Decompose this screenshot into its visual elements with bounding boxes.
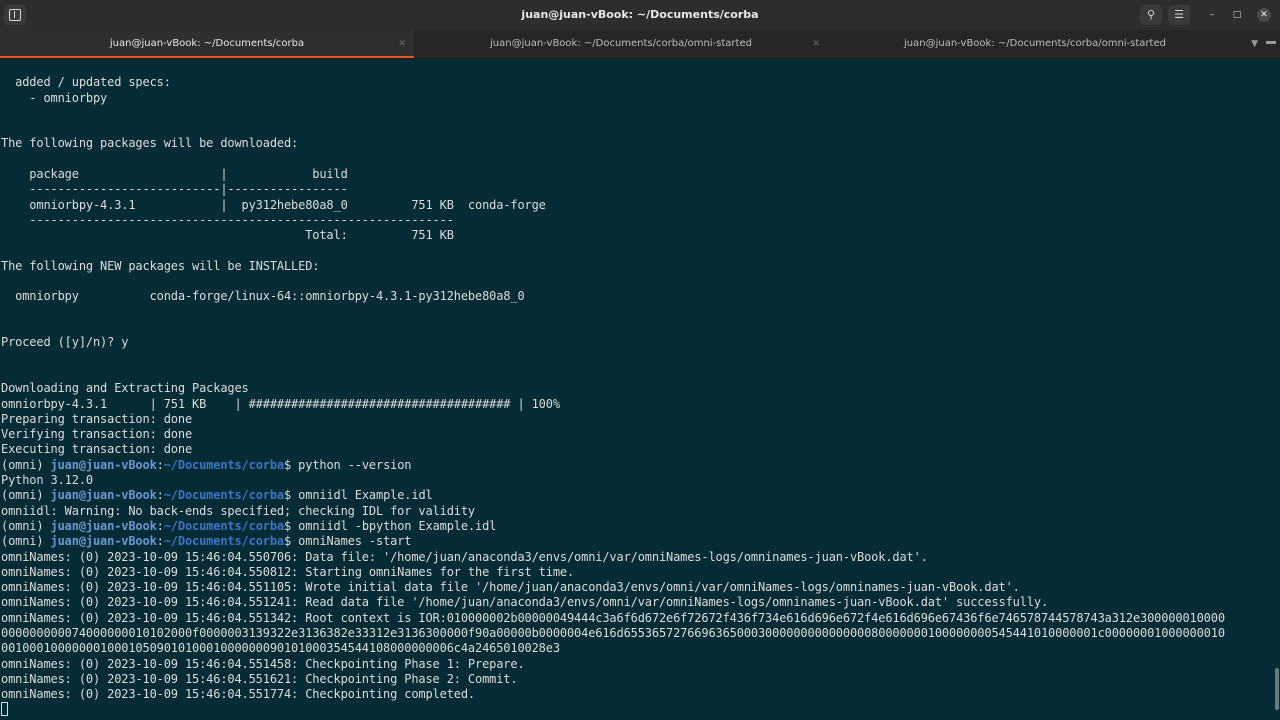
command-text: python --version	[298, 457, 412, 472]
terminal-line: 0010001000000010001050901010001000000090…	[1, 641, 560, 656]
terminal-line: omniNames: (0) 2023-10-09 15:46:04.55081…	[1, 564, 575, 579]
terminal-line: omniNames: (0) 2023-10-09 15:46:04.55177…	[1, 687, 475, 702]
prompt-user-host: juan@juan-vBook	[50, 518, 157, 533]
terminal-cursor	[1, 702, 8, 716]
terminal-line: - omniorbpy	[1, 90, 108, 105]
window-titlebar: juan@juan-vBook: ~/Documents/corba ⚲ ☰ –…	[0, 0, 1280, 30]
prompt-separator: :	[156, 534, 164, 549]
tab-corba[interactable]: juan@juan-vBook: ~/Documents/corba ✕	[0, 30, 414, 58]
tab-label: juan@juan-vBook: ~/Documents/corba/omni-…	[904, 38, 1166, 49]
terminal-prompt-line: (omni) juan@juan-vBook:~/Documents/corba…	[1, 534, 1273, 549]
prompt-path: ~/Documents/corba	[163, 457, 285, 472]
hamburger-menu-icon[interactable]: ☰	[1168, 5, 1190, 25]
terminal-line: omniNames: (0) 2023-10-09 15:46:04.55134…	[1, 610, 1225, 625]
prompt-path: ~/Documents/corba	[163, 534, 285, 549]
prompt-user-host: juan@juan-vBook	[50, 534, 157, 549]
prompt-user-host: juan@juan-vBook	[50, 457, 157, 472]
terminal-prompt-line: (omni) juan@juan-vBook:~/Documents/corba…	[1, 488, 1273, 503]
terminal-line: Executing transaction: done	[1, 442, 193, 457]
terminal-line: Total: 751 KB	[1, 228, 454, 243]
tab-overflow-chevron-icon[interactable]: ▼	[1251, 30, 1258, 58]
terminal-scrollbar[interactable]	[1274, 60, 1280, 720]
terminal-line: omniidl: Warning: No back-ends specified…	[1, 503, 475, 518]
terminal-line: omniorbpy-4.3.1 | 751 KB | #############…	[1, 396, 560, 411]
prompt-path: ~/Documents/corba	[163, 488, 285, 503]
window-title: juan@juan-vBook: ~/Documents/corba	[521, 8, 759, 21]
terminal-line: omniorbpy conda-forge/linux-64::omniorbp…	[1, 289, 525, 304]
terminal-line: omniNames: (0) 2023-10-09 15:46:04.55162…	[1, 671, 518, 686]
terminal-line: Proceed ([y]/n)? y	[1, 335, 129, 350]
command-text: omniNames -start	[298, 534, 412, 549]
scrollbar-thumb[interactable]	[1275, 668, 1279, 710]
prompt-dollar: $	[284, 518, 299, 533]
tab-omni-started-2[interactable]: juan@juan-vBook: ~/Documents/corba/omni-…	[828, 30, 1242, 58]
terminal-line: Verifying transaction: done	[1, 427, 193, 442]
terminal-line: ----------------------------------------…	[1, 212, 454, 227]
terminal-line: 000000000074000000010102000f000000313932…	[1, 625, 1225, 640]
terminal-line: Downloading and Extracting Packages	[1, 381, 249, 396]
terminal-view[interactable]: added / updated specs: - omniorbpy The fo…	[1, 60, 1273, 720]
prompt-env: (omni)	[1, 534, 51, 549]
terminal-line: package | build	[1, 167, 348, 182]
tab-close-icon[interactable]: ✕	[398, 30, 406, 58]
maximize-icon[interactable]: □	[1230, 8, 1244, 22]
terminal-output: added / updated specs: - omniorbpy The fo…	[1, 60, 1273, 702]
active-tab-indicator	[0, 56, 414, 58]
prompt-dollar: $	[284, 457, 299, 472]
prompt-path: ~/Documents/corba	[163, 518, 285, 533]
prompt-env: (omni)	[1, 457, 51, 472]
close-icon[interactable]: ✕	[1257, 8, 1271, 22]
terminal-prompt-line: (omni) juan@juan-vBook:~/Documents/corba…	[1, 458, 1273, 473]
prompt-separator: :	[156, 488, 164, 503]
terminal-line: The following NEW packages will be INSTA…	[1, 258, 320, 273]
tab-scroll-icon[interactable]	[1266, 41, 1276, 44]
prompt-separator: :	[156, 518, 164, 533]
minimize-icon[interactable]: –	[1205, 8, 1219, 22]
terminal-line: added / updated specs:	[1, 75, 171, 90]
terminal-line: The following packages will be downloade…	[1, 136, 299, 151]
terminal-prompt-line: (omni) juan@juan-vBook:~/Documents/corba…	[1, 519, 1273, 534]
terminal-line: omniorbpy-4.3.1 | py312hebe80a8_0 751 KB…	[1, 197, 546, 212]
terminal-line: omniNames: (0) 2023-10-09 15:46:04.55110…	[1, 580, 1020, 595]
prompt-dollar: $	[284, 534, 299, 549]
prompt-dollar: $	[284, 488, 299, 503]
tab-omni-started-1[interactable]: juan@juan-vBook: ~/Documents/corba/omni-…	[414, 30, 828, 58]
tab-label: juan@juan-vBook: ~/Documents/corba	[109, 38, 305, 49]
prompt-separator: :	[156, 457, 164, 472]
terminal-line: omniNames: (0) 2023-10-09 15:46:04.55145…	[1, 656, 525, 671]
tab-close-icon[interactable]: ✕	[812, 30, 820, 58]
prompt-env: (omni)	[1, 518, 51, 533]
terminal-line: omniNames: (0) 2023-10-09 15:46:04.55070…	[1, 549, 928, 564]
prompt-user-host: juan@juan-vBook	[50, 488, 157, 503]
terminal-line: Python 3.12.0	[1, 473, 93, 488]
terminal-line: Preparing transaction: done	[1, 411, 193, 426]
prompt-env: (omni)	[1, 488, 51, 503]
command-text: omniidl Example.idl	[298, 488, 433, 503]
command-text: omniidl -bpython Example.idl	[298, 518, 497, 533]
search-icon[interactable]: ⚲	[1140, 5, 1162, 25]
tab-label: juan@juan-vBook: ~/Documents/corba/omni-…	[490, 38, 752, 49]
terminal-line: ---------------------------|------------…	[1, 182, 348, 197]
terminal-line: omniNames: (0) 2023-10-09 15:46:04.55124…	[1, 595, 1049, 610]
tab-bar: juan@juan-vBook: ~/Documents/corba ✕ jua…	[0, 30, 1280, 59]
